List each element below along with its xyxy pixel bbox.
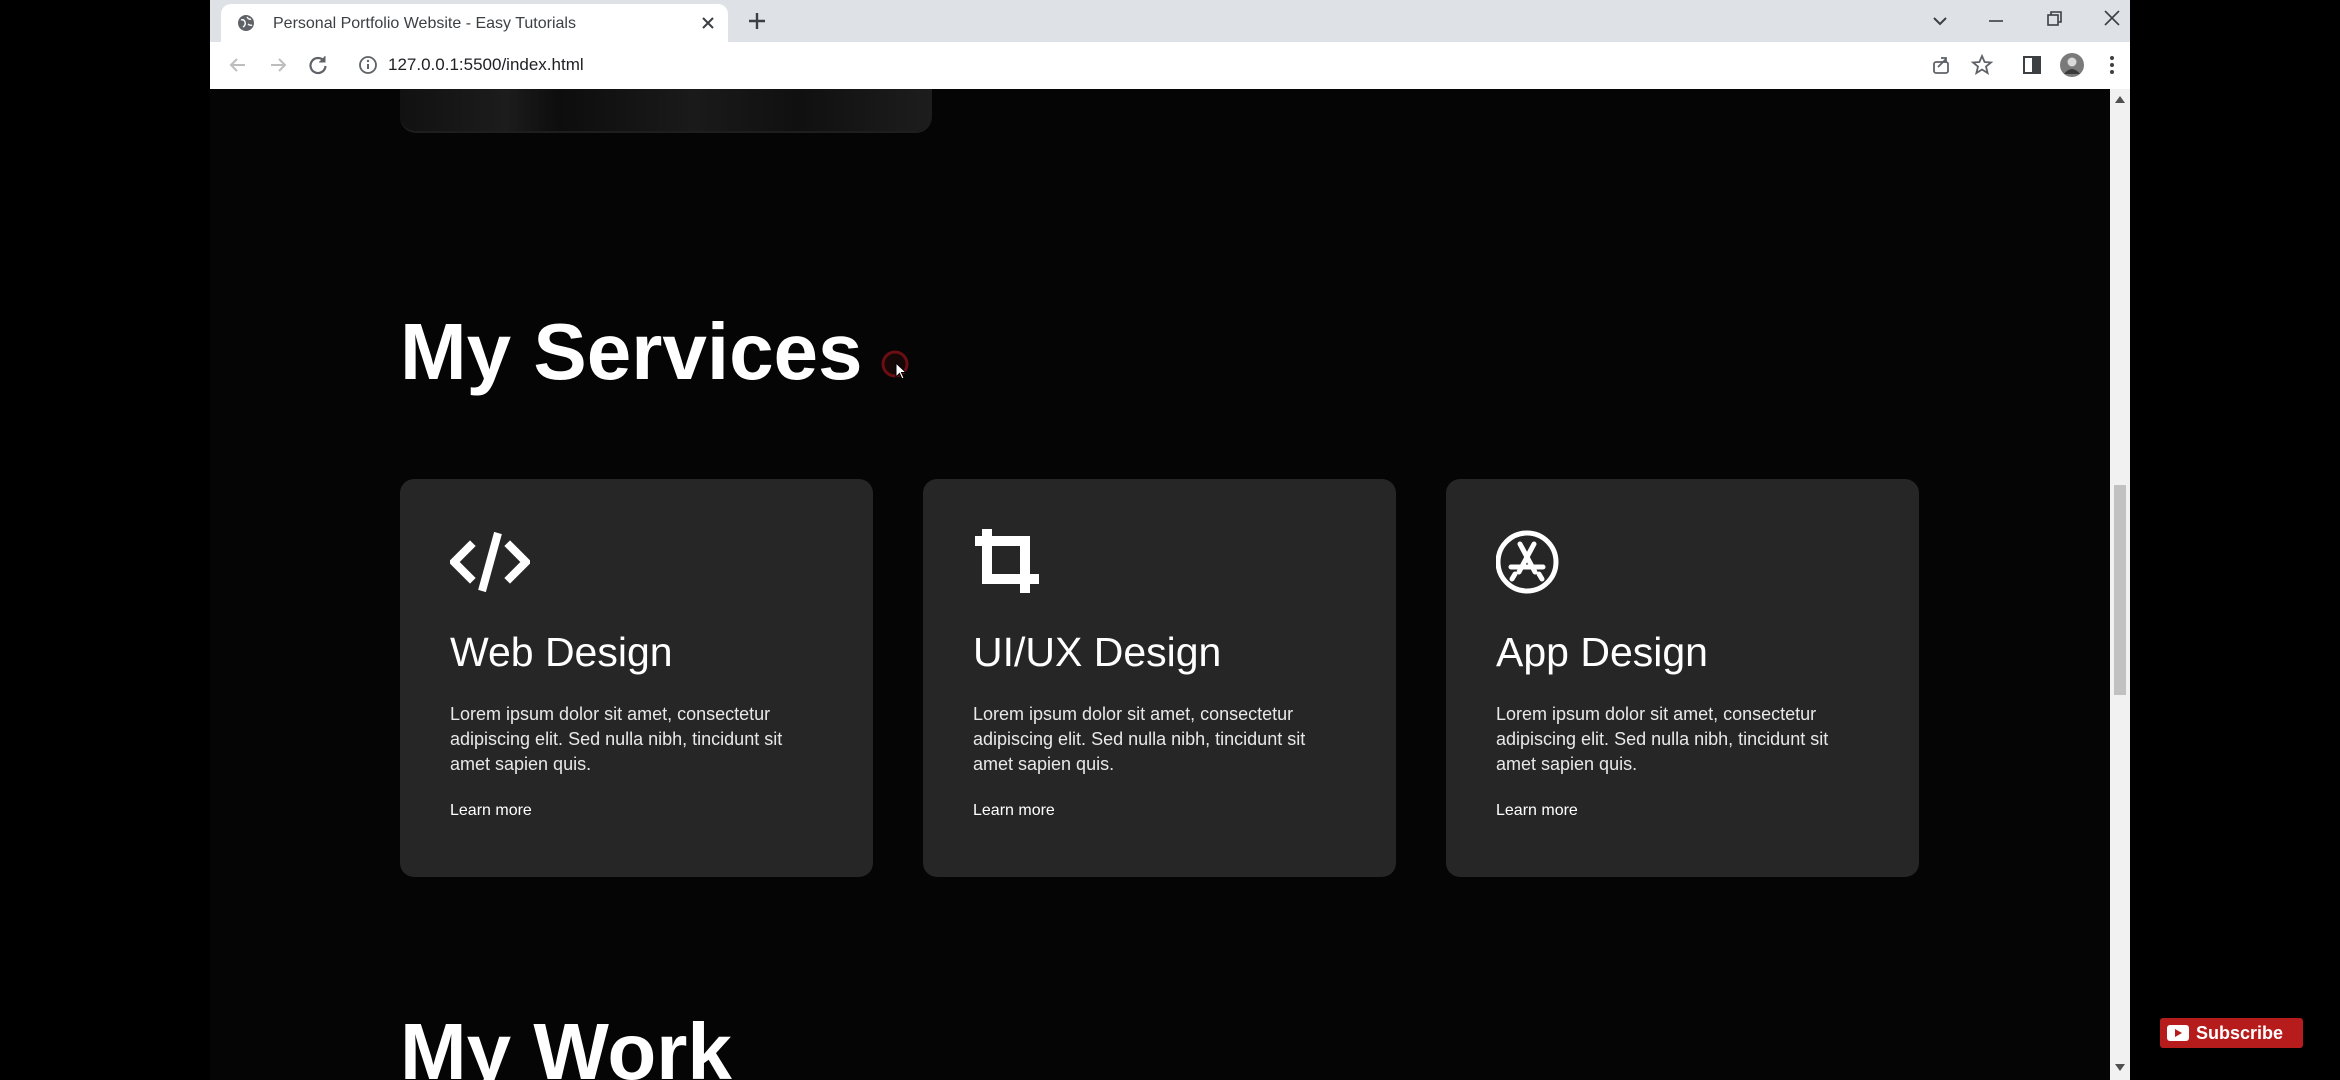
cursor-pointer-icon: [881, 350, 909, 380]
bookmark-star-icon[interactable]: [1969, 52, 1995, 78]
tab-title: Personal Portfolio Website - Easy Tutori…: [273, 14, 683, 34]
back-icon[interactable]: [225, 52, 251, 78]
minimize-icon[interactable]: [1983, 8, 2009, 34]
tab-list-chevron-icon[interactable]: [1927, 8, 1953, 34]
page-viewport: My Services Web Design Lorem ipsum dolor…: [210, 89, 2110, 1080]
service-card-uiux-design: UI/UX Design Lorem ipsum dolor sit amet,…: [923, 479, 1396, 877]
scroll-down-arrow-icon[interactable]: [2115, 1064, 2125, 1072]
forward-icon[interactable]: [265, 52, 291, 78]
code-icon: [450, 531, 530, 593]
service-title: UI/UX Design: [973, 629, 1222, 675]
reload-icon[interactable]: [305, 52, 331, 78]
address-bar[interactable]: 127.0.0.1:5500/index.html: [388, 55, 584, 75]
browser-toolbar: 127.0.0.1:5500/index.html: [210, 42, 2130, 90]
profile-avatar-icon[interactable]: [2059, 52, 2085, 78]
youtube-play-icon: [2167, 1025, 2189, 1041]
service-title: App Design: [1496, 629, 1708, 675]
learn-more-link[interactable]: Learn more: [450, 801, 532, 821]
app-store-icon: [1496, 530, 1559, 594]
vertical-scrollbar[interactable]: [2110, 89, 2130, 1080]
services-heading: My Services: [400, 307, 863, 396]
browser-tab[interactable]: Personal Portfolio Website - Easy Tutori…: [221, 4, 728, 42]
subscribe-label: Subscribe: [2196, 1023, 2284, 1043]
crop-icon: [975, 529, 1039, 593]
service-card-app-design: App Design Lorem ipsum dolor sit amet, c…: [1446, 479, 1919, 877]
service-description: Lorem ipsum dolor sit amet, consectetur …: [1496, 704, 1829, 774]
browser-window: Personal Portfolio Website - Easy Tutori…: [210, 0, 2130, 1080]
restore-icon[interactable]: [2041, 5, 2067, 31]
globe-icon: [238, 15, 254, 31]
menu-kebab-icon[interactable]: [2099, 52, 2125, 78]
scroll-up-arrow-icon[interactable]: [2115, 95, 2125, 103]
service-title: Web Design: [450, 629, 673, 675]
site-info-icon[interactable]: [358, 55, 378, 75]
service-description: Lorem ipsum dolor sit amet, consectetur …: [973, 704, 1306, 774]
side-panel-icon[interactable]: [2019, 52, 2045, 78]
close-tab-icon[interactable]: [699, 14, 717, 32]
new-tab-icon[interactable]: [745, 9, 769, 33]
learn-more-link[interactable]: Learn more: [973, 801, 1055, 821]
learn-more-link[interactable]: Learn more: [1496, 801, 1578, 821]
subscribe-badge[interactable]: Subscribe: [2160, 1018, 2303, 1048]
service-description: Lorem ipsum dolor sit amet, consectetur …: [450, 704, 783, 774]
tab-strip: Personal Portfolio Website - Easy Tutori…: [210, 0, 2130, 42]
work-heading: My Work: [400, 1007, 732, 1080]
service-card-web-design: Web Design Lorem ipsum dolor sit amet, c…: [400, 479, 873, 877]
hero-image-bottom: [400, 89, 932, 131]
scrollbar-thumb[interactable]: [2114, 485, 2126, 695]
share-icon[interactable]: [1928, 52, 1954, 78]
close-window-icon[interactable]: [2099, 5, 2125, 31]
